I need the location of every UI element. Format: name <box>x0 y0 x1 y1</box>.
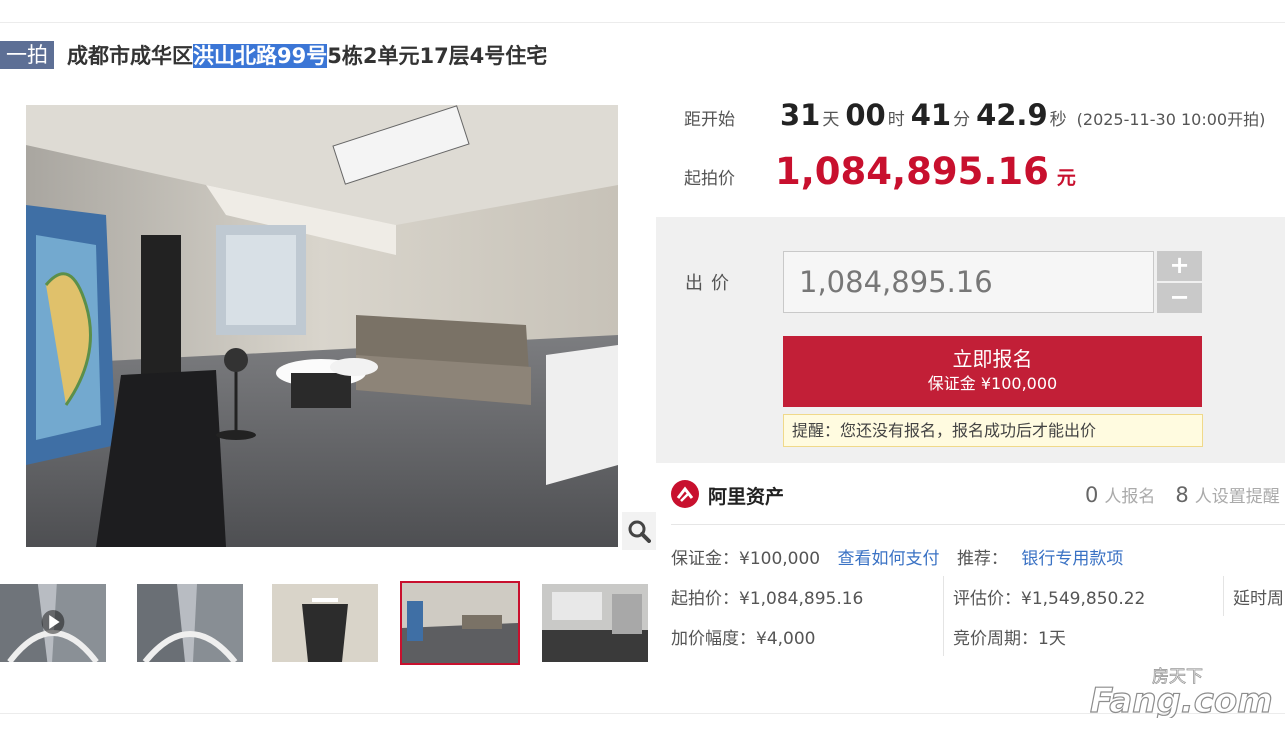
countdown-seconds: 42.9 <box>976 98 1048 132</box>
reminder-label: 人设置提醒 <box>1194 487 1280 507</box>
zoom-button[interactable] <box>622 512 656 550</box>
registered-count: 0 <box>1085 483 1099 507</box>
countdown-hours: 00 <box>845 98 886 132</box>
starting-price-unit: 元 <box>1056 167 1076 189</box>
reminder-count: 8 <box>1175 483 1189 507</box>
thumbnail-video[interactable] <box>0 584 106 662</box>
auction-start-time: (2025-11-30 10:00开拍) <box>1076 110 1266 129</box>
auction-round-badge: 一拍 <box>0 41 54 69</box>
title-prefix: 成都市成华区 <box>67 44 193 68</box>
bank-account-link[interactable]: 银行专用款项 <box>1021 549 1123 569</box>
start-price-info: 起拍价：¥1,084,895.16 <box>671 589 864 609</box>
magnifier-icon <box>628 520 651 543</box>
deposit-note: 保证金 ¥100,000 <box>927 374 1058 393</box>
days-unit: 天 <box>822 110 840 130</box>
increase-bid-button[interactable]: + <box>1157 251 1202 281</box>
register-button[interactable]: 立即报名 保证金 ¥100,000 <box>783 336 1202 407</box>
starting-price: 起拍价 1,084,895.16 元 <box>684 150 1076 193</box>
increment-info: 加价幅度：¥4,000 <box>671 629 816 649</box>
register-button-label: 立即报名 <box>952 347 1033 371</box>
bid-amount-input[interactable] <box>783 251 1154 313</box>
title-suffix: 5栋2单元17层4号住宅 <box>327 44 548 68</box>
hallway-thumbnail <box>272 584 378 662</box>
ali-assets-logo-icon <box>671 480 699 508</box>
starting-price-label: 起拍价 <box>684 169 735 189</box>
fang-com-watermark-logo: 房天下 Fang.com <box>1089 667 1273 718</box>
bid-panel: 出价 + − 立即报名 保证金 ¥100,000 提醒：您还没有报名，报名成功后… <box>656 217 1285 463</box>
bidding-period-info: 竞价周期：1天 <box>953 629 1066 649</box>
column-divider <box>943 576 944 656</box>
title-highlight: 洪山北路99号 <box>193 44 328 68</box>
thumbnail-5[interactable] <box>542 584 648 662</box>
hours-unit: 时 <box>887 110 905 130</box>
platform-divider <box>671 524 1285 525</box>
kitchen-thumbnail <box>542 584 648 662</box>
column-divider <box>1223 576 1224 616</box>
delay-period-info: 延时周 <box>1233 589 1284 609</box>
participant-counts: 0 人报名 8 人设置提醒 <box>1085 482 1285 507</box>
platform-name: 阿里资产 <box>708 486 785 508</box>
recommend-label: 推荐： <box>956 549 1008 569</box>
countdown-minutes: 41 <box>910 98 952 132</box>
living-room-image <box>26 105 618 547</box>
top-divider <box>0 22 1285 23</box>
how-to-pay-link[interactable]: 查看如何支付 <box>838 549 940 569</box>
starting-price-value: 1,084,895.16 <box>775 150 1049 193</box>
bid-label: 出价 <box>685 273 737 294</box>
countdown-days: 31 <box>780 98 821 132</box>
assessed-price-info: 评估价：¥1,549,850.22 <box>953 589 1146 609</box>
svg-text:Fang.com: Fang.com <box>1090 681 1273 718</box>
thumbnail-2[interactable] <box>137 584 243 662</box>
living-room-thumbnail <box>402 583 518 663</box>
building-arch-thumbnail <box>137 584 243 662</box>
registration-reminder: 提醒：您还没有报名，报名成功后才能出价 <box>783 414 1203 447</box>
seconds-unit: 秒 <box>1049 110 1067 130</box>
deposit-text: 保证金：¥100,000 <box>671 549 821 569</box>
page-title: 成都市成华区洪山北路99号5栋2单元17层4号住宅 <box>67 40 547 72</box>
countdown: 距开始 31 天 00 时 41 分 42.9 秒 (2025-11-30 10… <box>684 98 1284 138</box>
thumbnail-4-selected[interactable] <box>400 581 520 665</box>
building-exterior-thumbnail <box>0 584 106 662</box>
registered-label: 人报名 <box>1104 487 1156 507</box>
countdown-label: 距开始 <box>684 110 735 130</box>
thumbnail-3[interactable] <box>272 584 378 662</box>
main-property-photo[interactable] <box>26 105 618 547</box>
decrease-bid-button[interactable]: − <box>1157 283 1202 313</box>
deposit-info: 保证金：¥100,000 查看如何支付 推荐： 银行专用款项 <box>671 544 1123 569</box>
minutes-unit: 分 <box>953 110 971 130</box>
